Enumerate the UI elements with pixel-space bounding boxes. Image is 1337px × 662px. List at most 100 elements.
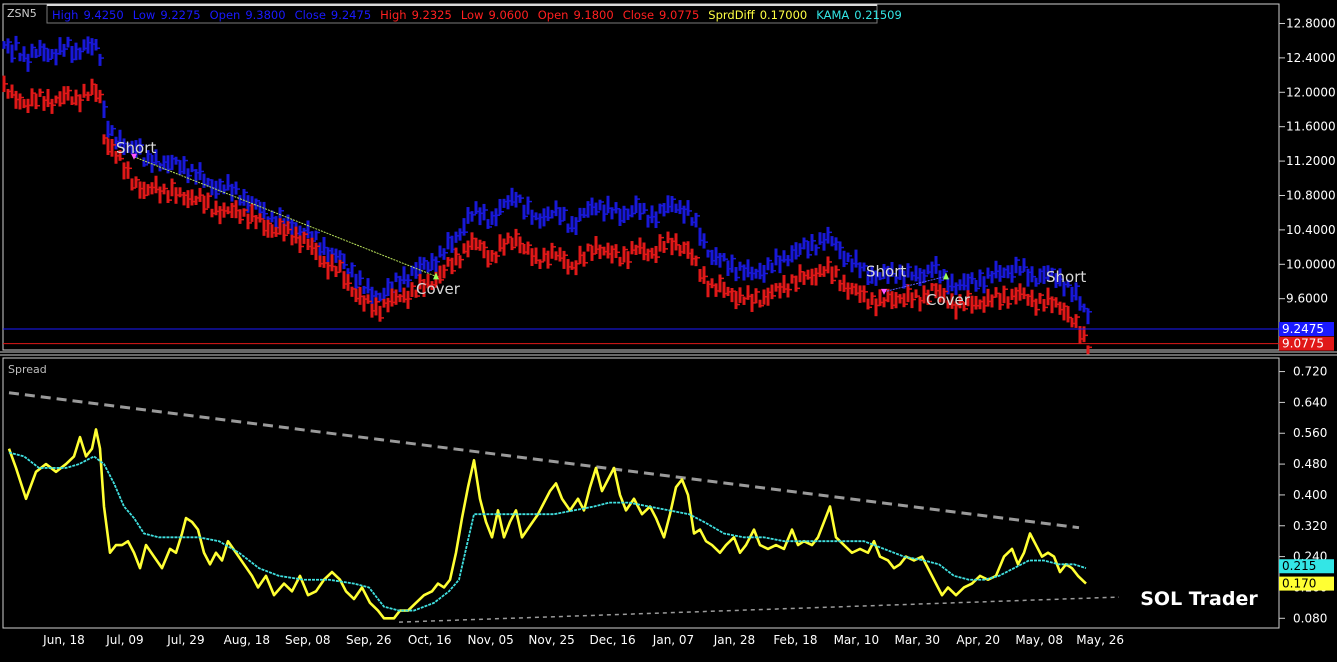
price-bar [94, 84, 98, 102]
x-tick-label: Mar, 30 [895, 633, 941, 647]
price-bar [406, 274, 410, 288]
price-bar [306, 238, 310, 251]
price-bar [370, 303, 374, 318]
price-bar [858, 262, 862, 279]
price-bar [386, 278, 390, 297]
price-bar [1010, 264, 1014, 283]
price-bar [642, 242, 646, 261]
price-bar [910, 271, 914, 281]
price-bar [710, 249, 714, 265]
quote-item: Low [461, 8, 484, 22]
price-bar [814, 244, 818, 256]
price-bar [994, 287, 998, 298]
price-bar [318, 255, 322, 268]
price-y-axis: 12.8000 12.4000 12.0000 11.6000 11.2000 10.80… [1279, 16, 1336, 306]
price-bar [414, 262, 418, 279]
price-bar [498, 234, 502, 252]
price-tick-label: 9.6000 [1286, 292, 1328, 306]
price-bar [726, 286, 730, 297]
price-bar [518, 236, 522, 254]
price-bar [994, 260, 998, 279]
price-tick-label: 11.2000 [1286, 154, 1336, 168]
price-bar [314, 242, 318, 261]
price-bar [302, 231, 306, 244]
x-tick-label: Sep, 26 [346, 633, 392, 647]
price-bar [626, 251, 630, 270]
trading-chart[interactable]: Short Cover Short Cover Short 12.8000 12.4000… [0, 0, 1337, 662]
price-bar [246, 213, 250, 230]
price-bar [318, 242, 322, 257]
price-bar [1086, 345, 1090, 355]
price-bar [366, 294, 370, 304]
price-bar [562, 206, 566, 221]
price-bar [602, 246, 606, 256]
price-bar [622, 246, 626, 263]
price-bar [730, 254, 734, 273]
price-bar [82, 39, 86, 51]
price-bar [570, 216, 574, 233]
quote-item: 0.17000 [760, 8, 808, 22]
price-bar [1086, 308, 1090, 325]
price-bar [830, 266, 834, 285]
price-bar [194, 169, 198, 185]
price-bar [594, 236, 598, 255]
price-bar [1014, 256, 1018, 274]
price-bar [10, 84, 14, 99]
price-bar [242, 188, 246, 206]
price-bar [738, 287, 742, 303]
price-bar [362, 295, 366, 312]
price-bar [402, 266, 406, 285]
price-bar [322, 237, 326, 255]
price-bar [474, 237, 478, 251]
price-bar [586, 243, 590, 252]
price-bar [706, 249, 710, 258]
price-bar [42, 43, 46, 62]
price-bar [78, 94, 82, 113]
x-tick-label: Apr, 20 [956, 633, 1000, 647]
price-bar [14, 35, 18, 51]
price-bar [198, 187, 202, 202]
price-bar [990, 294, 994, 308]
x-tick-label: Jul, 29 [166, 633, 204, 647]
price-bar [518, 194, 522, 203]
price-bar [670, 237, 674, 256]
price-bar [158, 186, 162, 204]
last-value-label: 9.0775 [1282, 337, 1324, 351]
price-bar [6, 38, 10, 54]
price-bar [250, 203, 254, 222]
price-bar [610, 207, 614, 220]
price-bar [38, 39, 42, 57]
price-bar [870, 292, 874, 305]
quote-item: 0.21509 [854, 8, 902, 22]
price-bar [446, 257, 450, 267]
price-bar [490, 250, 494, 262]
price-bar [770, 262, 774, 274]
x-tick-label: May, 08 [1015, 633, 1063, 647]
price-bar [134, 176, 138, 188]
price-bar [930, 283, 934, 291]
price-bar [906, 284, 910, 303]
price-bar [294, 226, 298, 244]
price-bar [702, 233, 706, 249]
price-bar [738, 261, 742, 271]
price-bar [782, 274, 786, 293]
price-bar [802, 237, 806, 250]
price-bar [286, 221, 290, 235]
quote-item: 9.2275 [160, 8, 200, 22]
quote-item: 9.4250 [83, 8, 123, 22]
price-bar [426, 261, 430, 273]
price-bar [198, 162, 202, 181]
price-bar [666, 231, 670, 244]
price-bar [734, 291, 738, 310]
quote-item: SprdDiff [708, 8, 755, 22]
price-bar [762, 264, 766, 283]
price-bar [770, 284, 774, 300]
price-bar [50, 98, 54, 114]
price-bar [590, 197, 594, 216]
quote-item: 9.0775 [659, 8, 699, 22]
price-bar [658, 203, 662, 214]
price-bar [978, 299, 982, 310]
price-bar [810, 268, 814, 286]
price-bar [326, 247, 330, 264]
price-bar [1066, 306, 1070, 323]
